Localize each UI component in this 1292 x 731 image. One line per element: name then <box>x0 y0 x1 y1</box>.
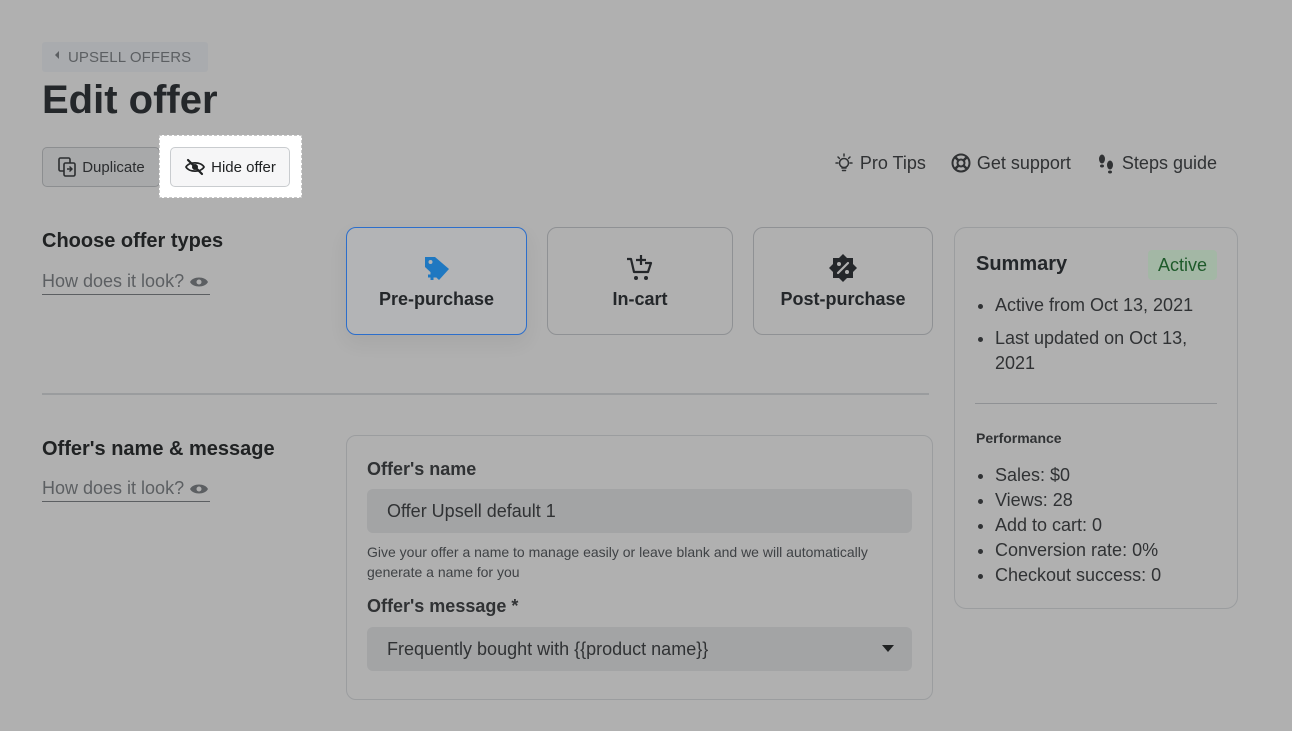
offer-name-help: Give your offer a name to manage easily … <box>367 544 868 580</box>
summary-list: Active from Oct 13, 2021 Last updated on… <box>995 293 1205 384</box>
offer-type-in-cart[interactable]: In-cart <box>547 227 733 335</box>
offer-type-pre-purchase[interactable]: Pre-purchase <box>346 227 527 335</box>
cart-add-icon <box>627 254 653 280</box>
bulb-icon <box>835 153 853 172</box>
performance-title: Performance <box>976 430 1062 446</box>
list-item: Sales: $0 <box>995 463 1161 488</box>
list-item: Active from Oct 13, 2021 <box>995 293 1205 318</box>
breadcrumb-label: UPSELL OFFERS <box>68 48 192 66</box>
eye-icon <box>190 277 209 286</box>
steps-guide-link[interactable]: Steps guide <box>1095 152 1217 174</box>
name-message-card: Offer's name Offer Upsell default 1 Give… <box>346 435 933 700</box>
duplicate-label: Duplicate <box>82 158 145 176</box>
section-divider <box>42 393 929 395</box>
offer-types-preview-link[interactable]: How does it look? <box>42 271 210 295</box>
offer-type-label: In-cart <box>612 288 668 309</box>
list-item: Views: 28 <box>995 488 1161 513</box>
duplicate-icon <box>58 157 77 177</box>
footsteps-icon <box>1098 154 1113 174</box>
summary-title: Summary <box>976 253 1068 275</box>
offer-message-value: Frequently bought with {{product name}} <box>387 638 709 659</box>
summary-divider <box>975 403 1217 404</box>
duplicate-button[interactable]: Duplicate <box>42 147 160 187</box>
offer-type-label: Post-purchase <box>780 288 906 309</box>
lifebuoy-icon <box>951 153 971 173</box>
offer-message-select[interactable]: Frequently bought with {{product name}} <box>367 627 912 671</box>
pro-tips-link[interactable]: Pro Tips <box>833 152 926 174</box>
steps-guide-label: Steps guide <box>1121 152 1217 173</box>
caret-down-icon <box>882 645 894 652</box>
summary-card: Summary Active Active from Oct 13, 2021 … <box>954 227 1238 609</box>
offer-name-label: Offer's name <box>367 459 477 479</box>
offer-type-label: Pre-purchase <box>378 288 495 309</box>
chevron-left-icon <box>55 51 59 59</box>
offer-name-input[interactable]: Offer Upsell default 1 <box>367 489 912 533</box>
preview-link-label: How does it look? <box>42 271 185 291</box>
hide-offer-label: Hide offer <box>211 158 276 176</box>
list-item: Conversion rate: 0% <box>995 538 1161 563</box>
offer-type-post-purchase[interactable]: Post-purchase <box>753 227 933 335</box>
name-message-preview-link[interactable]: How does it look? <box>42 478 210 502</box>
name-message-title: Offer's name & message <box>42 438 275 460</box>
get-support-label: Get support <box>976 152 1071 173</box>
hide-offer-button[interactable]: Hide offer <box>170 147 290 187</box>
performance-list: Sales: $0 Views: 28 Add to cart: 0 Conve… <box>995 463 1161 588</box>
list-item: Checkout success: 0 <box>995 563 1161 588</box>
offer-types-title: Choose offer types <box>42 230 224 252</box>
list-item: Add to cart: 0 <box>995 513 1161 538</box>
status-badge: Active <box>1147 250 1217 280</box>
eye-icon <box>190 484 209 493</box>
tag-icon <box>424 256 449 280</box>
get-support-link[interactable]: Get support <box>950 152 1071 174</box>
discount-badge-icon <box>829 253 857 282</box>
pro-tips-label: Pro Tips <box>859 152 926 173</box>
breadcrumb[interactable]: UPSELL OFFERS <box>42 42 208 72</box>
preview-link-label: How does it look? <box>42 478 185 498</box>
eye-slash-icon <box>185 158 206 176</box>
help-links: Pro Tips Get support Steps guide <box>833 152 1217 174</box>
page-title: Edit offer <box>42 78 218 122</box>
list-item: Last updated on Oct 13, 2021 <box>995 326 1205 376</box>
offer-message-label: Offer's message * <box>367 596 519 616</box>
